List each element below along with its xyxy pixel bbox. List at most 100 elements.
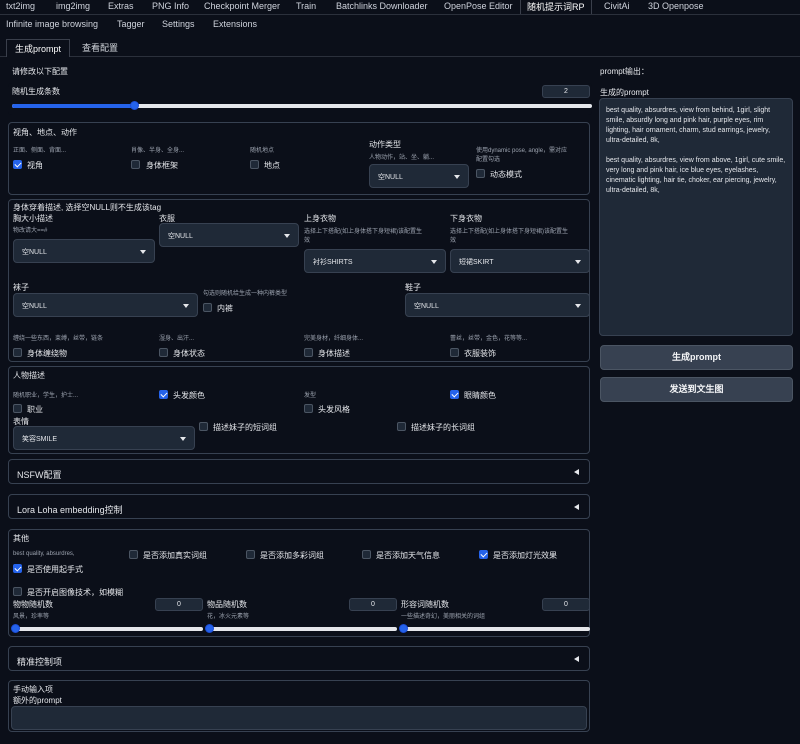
short-phrase-checkbox[interactable] <box>199 422 208 431</box>
chest-label: 胸大小描述 <box>13 214 53 223</box>
body-desc-hint: 完美身材，纤细身体... <box>304 336 364 342</box>
socks-dropdown[interactable]: 空NULL <box>13 293 198 317</box>
decoration-checkbox[interactable] <box>450 348 459 357</box>
restore-checkbox[interactable] <box>13 587 22 596</box>
item-random-slider[interactable] <box>207 627 397 631</box>
upper-dropdown[interactable]: 衬衫SHIRTS <box>304 249 446 273</box>
view-checkbox[interactable] <box>13 160 22 169</box>
hairstyle-label: 头发风格 <box>318 405 350 414</box>
action-type-hint: 人物动作，站、坐、躺... <box>369 155 435 161</box>
body-desc-checkbox[interactable] <box>304 348 313 357</box>
tab-civitai[interactable]: CivitAi <box>604 1 630 11</box>
job-checkbox[interactable] <box>13 404 22 413</box>
upper-hint-1: 选择上下搭配(如上身体搭下身短裙)该配置生 <box>304 229 422 235</box>
obj-random-slider-handle[interactable] <box>11 624 20 633</box>
gesture-checkbox[interactable] <box>13 564 22 573</box>
obj-random-input[interactable]: 0 <box>155 598 203 611</box>
subtab-view-config[interactable]: 查看配置 <box>74 39 126 57</box>
adj-random-slider[interactable] <box>401 627 590 631</box>
tab-random-prompt[interactable]: 随机提示词RP <box>520 0 592 14</box>
view-hint: 正面、侧面、背面... <box>13 148 67 154</box>
item-random-hint: 花，冰火元素等 <box>207 614 250 620</box>
precise-title: 精准控制项 <box>17 657 63 667</box>
tab-train[interactable]: Train <box>296 1 316 11</box>
dynamic-checkbox[interactable] <box>476 169 485 178</box>
shoes-value: 空NULL <box>414 303 439 310</box>
nsfw-accordion[interactable]: NSFW配置 <box>8 459 590 484</box>
colorful-checkbox[interactable] <box>246 550 255 559</box>
chevron-down-icon <box>140 250 146 254</box>
long-phrase-label: 描述妹子的长词组 <box>411 423 475 432</box>
lower-dropdown[interactable]: 短裙SKIRT <box>450 249 590 273</box>
body-frame-hint: 肖像、半身、全身... <box>131 148 185 154</box>
tab-settings[interactable]: Settings <box>162 19 195 29</box>
weather-checkbox[interactable] <box>362 550 371 559</box>
lora-title: Lora Loha embedding控制 <box>17 505 123 515</box>
eye-color-label: 眼睛颜色 <box>464 391 496 400</box>
random-count-input[interactable]: 2 <box>542 85 590 98</box>
short-phrase-label: 描述妹子的短词组 <box>213 423 277 432</box>
tab-infinite-image-browsing[interactable]: Infinite image browsing <box>6 19 98 29</box>
body-frame-checkbox[interactable] <box>131 160 140 169</box>
chevron-down-icon <box>575 260 581 264</box>
adj-random-input[interactable]: 0 <box>542 598 590 611</box>
long-phrase-checkbox[interactable] <box>397 422 406 431</box>
job-label: 职业 <box>27 405 43 414</box>
wrap-checkbox[interactable] <box>13 348 22 357</box>
tab-batchlinks-downloader[interactable]: Batchlinks Downloader <box>336 1 428 11</box>
body-state-hint: 湿身、出汗... <box>159 336 195 342</box>
body-panel-title: 身体穿着描述, 选择空NULL则不生成该tag <box>13 203 162 212</box>
generated-prompt-output[interactable]: best quality, absurdres, view from behin… <box>599 98 793 336</box>
clothes-dropdown[interactable]: 空NULL <box>159 223 299 247</box>
action-type-dropdown[interactable]: 空NULL <box>369 164 469 188</box>
generate-prompt-button[interactable]: 生成prompt <box>600 345 793 370</box>
chest-dropdown[interactable]: 空NULL <box>13 239 155 263</box>
job-hint: 随机职业，学生，护士... <box>13 393 79 399</box>
item-random-input[interactable]: 0 <box>349 598 397 611</box>
top-nav: txt2img img2img Extras PNG Info Checkpoi… <box>0 0 800 34</box>
chevron-down-icon <box>183 304 189 308</box>
hair-color-checkbox[interactable] <box>159 390 168 399</box>
tab-checkpoint-merger[interactable]: Checkpoint Merger <box>204 1 280 11</box>
underwear-checkbox[interactable] <box>203 303 212 312</box>
person-panel: 人物描述 随机职业，学生，护士... 职业 头发颜色 发型 头发风格 眼睛颜色 … <box>8 366 590 454</box>
other-panel: 其他 best quality, absurdres, 是否添加真实词组 是否添… <box>8 529 590 637</box>
lower-label: 下身衣物 <box>450 214 482 223</box>
eye-color-checkbox[interactable] <box>450 390 459 399</box>
hair-color-label: 头发颜色 <box>173 391 205 400</box>
tab-extras[interactable]: Extras <box>108 1 134 11</box>
adj-random-label: 形容词随机数 <box>401 600 449 609</box>
location-label: 地点 <box>264 161 280 170</box>
clothes-value: 空NULL <box>168 233 193 240</box>
shoes-label: 鞋子 <box>405 283 421 292</box>
tab-extensions[interactable]: Extensions <box>213 19 257 29</box>
random-count-slider-handle[interactable] <box>130 101 139 110</box>
extra-prompt-input[interactable] <box>11 706 587 730</box>
body-state-checkbox[interactable] <box>159 348 168 357</box>
light-checkbox[interactable] <box>479 550 488 559</box>
view-panel-title: 视角、地点、动作 <box>13 128 77 137</box>
tab-png-info[interactable]: PNG Info <box>152 1 189 11</box>
expression-dropdown[interactable]: 笑容SMILE <box>13 426 195 450</box>
send-to-txt2img-button[interactable]: 发送到文生图 <box>600 377 793 402</box>
tab-openpose-editor[interactable]: OpenPose Editor <box>444 1 513 11</box>
manual-panel: 手动输入项 额外的prompt <box>8 680 590 732</box>
chest-value: 空NULL <box>22 249 47 256</box>
item-random-label: 物品随机数 <box>207 600 247 609</box>
tab-img2img[interactable]: img2img <box>56 1 90 11</box>
adj-random-slider-handle[interactable] <box>399 624 408 633</box>
location-checkbox[interactable] <box>250 160 259 169</box>
obj-random-slider[interactable] <box>13 627 203 631</box>
real-checkbox[interactable] <box>129 550 138 559</box>
lora-accordion[interactable]: Lora Loha embedding控制 <box>8 494 590 519</box>
tab-tagger[interactable]: Tagger <box>117 19 145 29</box>
tab-3d-openpose[interactable]: 3D Openpose <box>648 1 704 11</box>
lower-value: 短裙SKIRT <box>459 259 494 266</box>
hairstyle-checkbox[interactable] <box>304 404 313 413</box>
precise-accordion[interactable]: 精准控制项 <box>8 646 590 671</box>
tab-txt2img[interactable]: txt2img <box>6 1 35 11</box>
wrap-label: 身体缠绕物 <box>27 349 67 358</box>
shoes-dropdown[interactable]: 空NULL <box>405 293 590 317</box>
subtab-generate[interactable]: 生成prompt <box>6 39 71 57</box>
item-random-slider-handle[interactable] <box>205 624 214 633</box>
